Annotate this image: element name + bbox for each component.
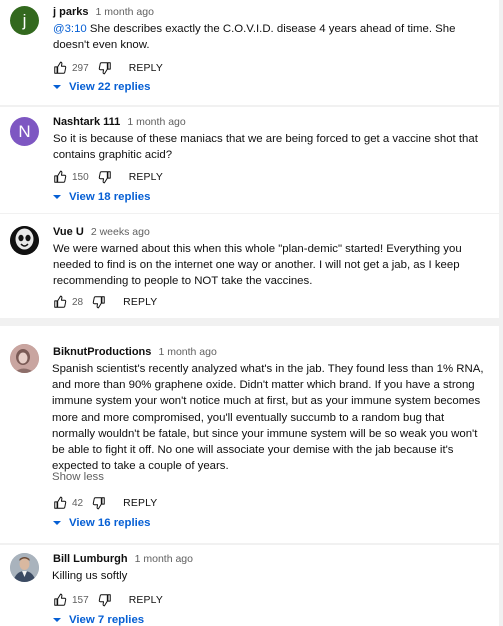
view-replies-button[interactable]: View 7 replies bbox=[52, 614, 144, 626]
comment-date[interactable]: 1 month ago bbox=[127, 116, 185, 128]
avatar[interactable]: N bbox=[10, 117, 39, 146]
comment-header: BiknutProductions 1 month ago bbox=[53, 346, 217, 358]
thumb-down-icon[interactable] bbox=[98, 170, 112, 184]
author-name[interactable]: j parks bbox=[53, 6, 88, 18]
thumb-up-icon[interactable] bbox=[53, 170, 67, 184]
comment-date[interactable]: 1 month ago bbox=[96, 6, 154, 18]
timestamp-link[interactable]: @3:10 bbox=[53, 23, 87, 35]
comment-text: @3:10 She describes exactly the C.O.V.I.… bbox=[53, 21, 485, 53]
view-replies-label: View 18 replies bbox=[69, 191, 151, 203]
avatar[interactable] bbox=[10, 344, 39, 373]
comment-card: Vue U 2 weeks ago We were warned about t… bbox=[0, 214, 499, 318]
comment-body: She describes exactly the C.O.V.I.D. dis… bbox=[53, 23, 456, 52]
comment-text: Killing us softly bbox=[52, 570, 128, 582]
author-name[interactable]: Nashtark 111 bbox=[53, 116, 120, 128]
comment-date[interactable]: 2 weeks ago bbox=[91, 226, 150, 238]
comment-header: Vue U 2 weeks ago bbox=[53, 226, 150, 238]
chevron-down-icon bbox=[53, 85, 61, 89]
author-name[interactable]: Bill Lumburgh bbox=[53, 553, 128, 565]
comment-card: j j parks 1 month ago @3:10 She describe… bbox=[0, 0, 499, 105]
like-count: 297 bbox=[72, 62, 89, 74]
comment-card: BiknutProductions 1 month ago Spanish sc… bbox=[0, 326, 499, 543]
avatar[interactable]: j bbox=[10, 6, 39, 35]
comment-text: So it is because of these maniacs that w… bbox=[53, 133, 478, 162]
thumb-down-icon[interactable] bbox=[98, 61, 112, 75]
reply-button[interactable]: REPLY bbox=[123, 297, 157, 308]
comment-header: j parks 1 month ago bbox=[53, 6, 154, 18]
thumb-down-icon[interactable] bbox=[92, 295, 106, 309]
comment-actions: 150 REPLY bbox=[53, 169, 163, 185]
avatar-image bbox=[10, 344, 39, 373]
comment-actions: 42 REPLY bbox=[53, 495, 157, 511]
comment-date[interactable]: 1 month ago bbox=[158, 346, 216, 358]
avatar-letter: j bbox=[22, 10, 27, 30]
reply-button[interactable]: REPLY bbox=[129, 595, 163, 606]
thumb-up-icon[interactable] bbox=[53, 295, 67, 309]
comment-actions: 157 REPLY bbox=[53, 592, 163, 608]
comment-actions: 297 REPLY bbox=[53, 60, 163, 76]
view-replies-label: View 7 replies bbox=[69, 614, 145, 626]
view-replies-button[interactable]: View 16 replies bbox=[52, 517, 150, 529]
comment-text: We were warned about this when this whol… bbox=[53, 243, 462, 288]
comment-date[interactable]: 1 month ago bbox=[135, 553, 193, 565]
view-replies-label: View 16 replies bbox=[69, 517, 151, 529]
avatar-image bbox=[10, 226, 39, 255]
show-less-button[interactable]: Show less bbox=[52, 471, 104, 483]
like-count: 157 bbox=[72, 594, 89, 606]
chevron-down-icon bbox=[53, 618, 61, 622]
like-count: 28 bbox=[72, 296, 84, 308]
chevron-down-icon bbox=[53, 195, 61, 199]
avatar-letter: N bbox=[18, 121, 31, 141]
reply-button[interactable]: REPLY bbox=[129, 63, 163, 74]
thumb-up-icon[interactable] bbox=[53, 593, 67, 607]
comment-header: Bill Lumburgh 1 month ago bbox=[53, 553, 193, 565]
thumb-down-icon[interactable] bbox=[98, 593, 112, 607]
comment-text: Spanish scientist's recently analyzed wh… bbox=[52, 363, 484, 473]
author-name[interactable]: BiknutProductions bbox=[53, 346, 151, 358]
like-count: 42 bbox=[72, 497, 84, 509]
comment-actions: 28 REPLY bbox=[53, 294, 157, 310]
comment-card: Bill Lumburgh 1 month ago Killing us sof… bbox=[0, 545, 499, 626]
thumb-up-icon[interactable] bbox=[53, 61, 67, 75]
view-replies-button[interactable]: View 18 replies bbox=[52, 191, 150, 203]
thumb-up-icon[interactable] bbox=[53, 496, 67, 510]
view-replies-label: View 22 replies bbox=[69, 81, 151, 93]
comment-header: Nashtark 111 1 month ago bbox=[53, 116, 186, 128]
reply-button[interactable]: REPLY bbox=[123, 498, 157, 509]
avatar[interactable] bbox=[10, 553, 39, 582]
comment-card: N Nashtark 111 1 month ago So it is beca… bbox=[0, 107, 499, 213]
chevron-down-icon bbox=[53, 521, 61, 525]
thumb-down-icon[interactable] bbox=[92, 496, 106, 510]
author-name[interactable]: Vue U bbox=[53, 226, 84, 238]
avatar[interactable] bbox=[10, 226, 39, 255]
reply-button[interactable]: REPLY bbox=[129, 172, 163, 183]
avatar-image bbox=[10, 553, 39, 582]
view-replies-button[interactable]: View 22 replies bbox=[52, 81, 150, 93]
like-count: 150 bbox=[72, 171, 89, 183]
